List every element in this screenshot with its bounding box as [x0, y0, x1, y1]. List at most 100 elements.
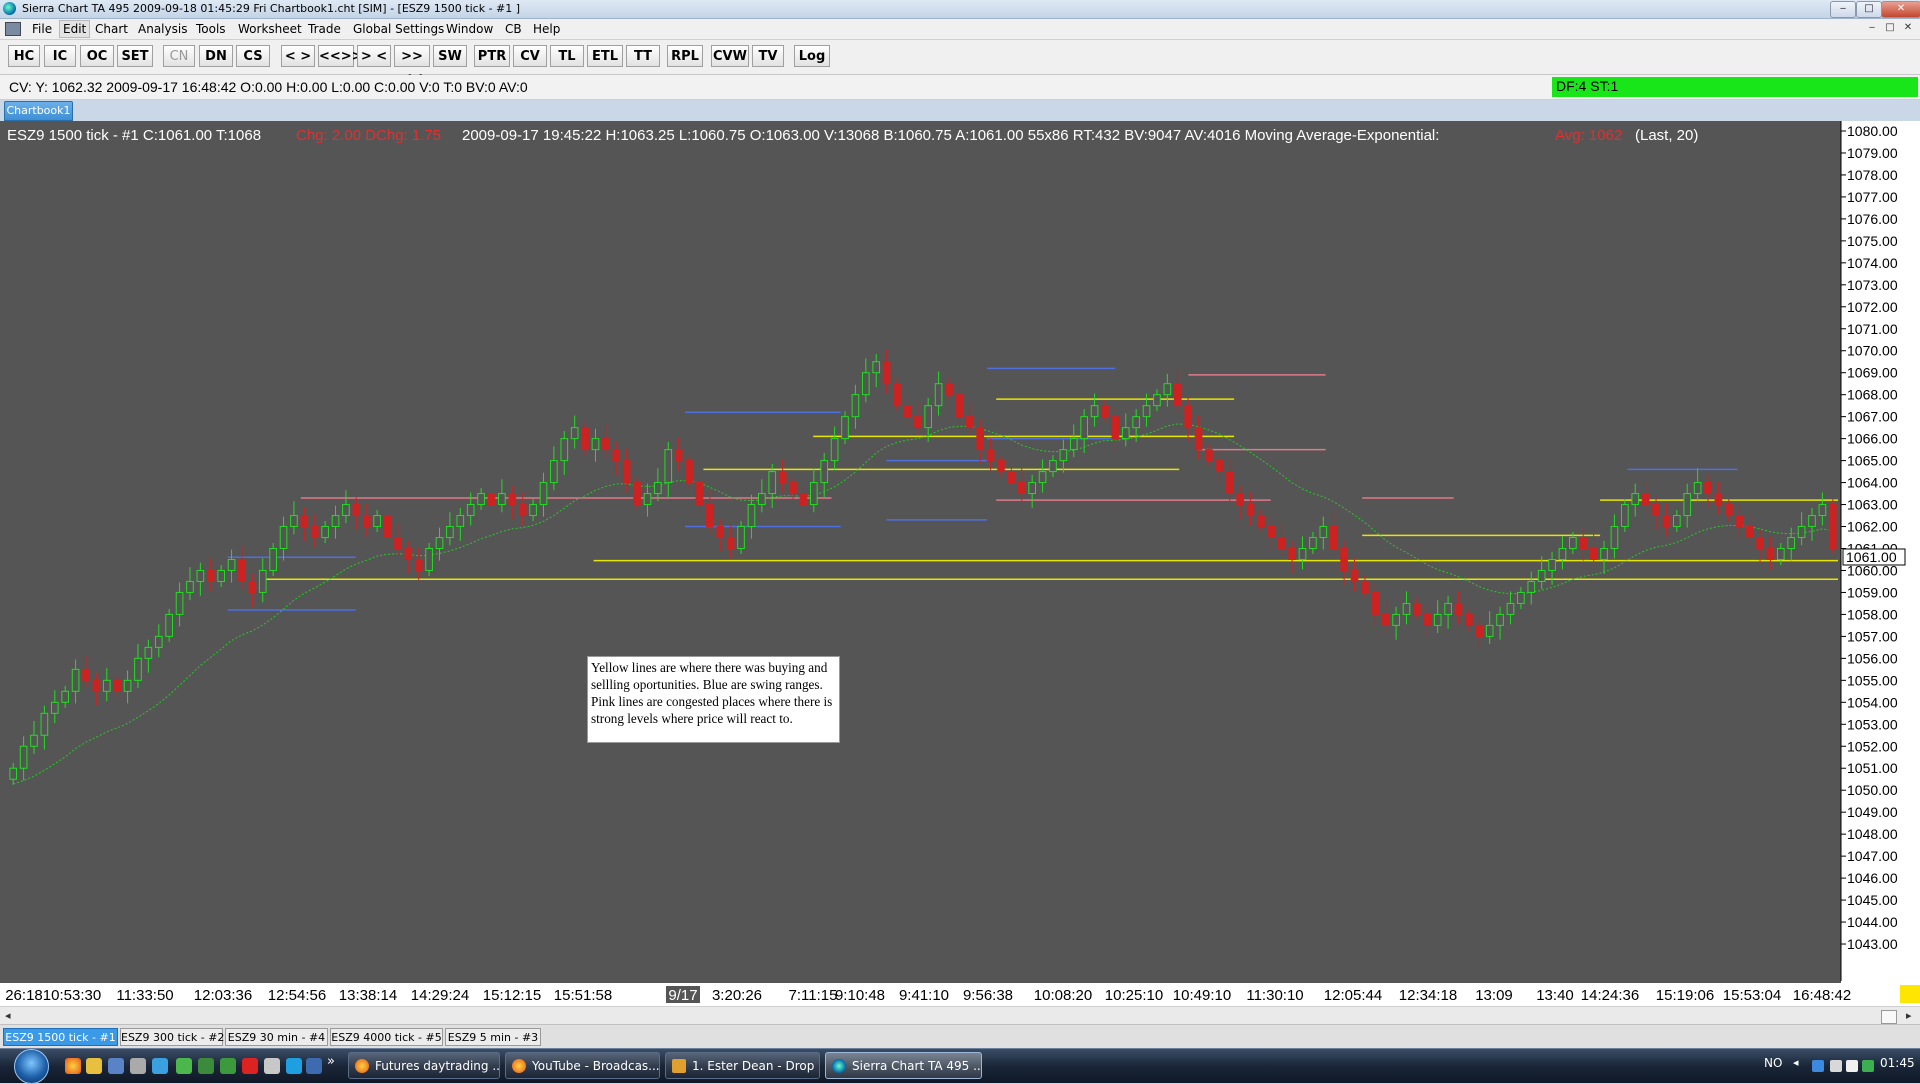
maximize-button[interactable]: □ — [1856, 1, 1882, 18]
taskbar-task-youtube[interactable]: YouTube - Broadcas... — [505, 1052, 660, 1079]
ptr-button[interactable]: PTR — [474, 45, 510, 67]
menu-file[interactable]: File — [29, 22, 55, 36]
price-tick-label: 1048.00 — [1847, 826, 1898, 842]
down-candle — [383, 515, 392, 539]
log-button[interactable]: Log — [794, 45, 830, 67]
oc-button[interactable]: OC — [80, 45, 114, 67]
tray-icon[interactable] — [1862, 1060, 1874, 1072]
chart-bar-info: 2009-09-17 19:45:22 H:1063.25 L:1060.75 … — [462, 127, 1439, 144]
skype-quicklaunch-icon[interactable] — [286, 1058, 302, 1074]
etl-button[interactable]: ETL — [587, 45, 623, 67]
cvw-button[interactable]: CVW — [711, 45, 749, 67]
app-quicklaunch-icon[interactable] — [152, 1058, 168, 1074]
chart-tab-3[interactable]: ESZ9 30 min - #4 — [225, 1028, 328, 1046]
menu-window[interactable]: Window — [443, 22, 496, 36]
tray-icon[interactable] — [1830, 1060, 1842, 1072]
app-quicklaunch-icon[interactable] — [242, 1058, 258, 1074]
hc-button[interactable]: HC — [8, 45, 40, 67]
minimize-button[interactable]: ‒ — [1830, 1, 1856, 18]
up-candle — [196, 569, 205, 582]
price-tick-label: 1068.00 — [1847, 387, 1898, 403]
app-quicklaunch-icon[interactable] — [220, 1058, 236, 1074]
app-quicklaunch-icon[interactable] — [176, 1058, 192, 1074]
down-candle — [581, 427, 589, 451]
cn-button[interactable]: CN — [163, 45, 195, 67]
down-candle — [1257, 515, 1265, 528]
menu-worksheet[interactable]: Worksheet — [235, 22, 305, 36]
compress-more-button[interactable]: >><< — [394, 45, 430, 86]
start-button[interactable] — [14, 1049, 49, 1084]
mdi-minimize-icon[interactable]: ‒ — [1864, 21, 1880, 35]
dn-button[interactable]: DN — [199, 45, 233, 67]
scroll-left-arrow-icon[interactable]: ◂ — [5, 1009, 11, 1022]
sierra-chart-app-icon[interactable] — [3, 2, 16, 15]
menu-cb[interactable]: CB — [502, 22, 525, 36]
app-quicklaunch-icon[interactable] — [306, 1058, 322, 1074]
scroll-right-arrow-icon[interactable]: ▸ — [1906, 1009, 1912, 1022]
taskbar-task-futures[interactable]: Futures daytrading ... — [348, 1052, 500, 1079]
ic-button[interactable]: IC — [44, 45, 76, 67]
down-candle — [518, 504, 527, 517]
compress-button[interactable]: > < — [357, 45, 391, 67]
tt-button[interactable]: TT — [626, 45, 660, 67]
expand-button[interactable]: <<>> — [318, 45, 363, 67]
chart-tab-1[interactable]: ESZ9 1500 tick - #1 — [3, 1028, 118, 1046]
app-quicklaunch-icon[interactable] — [264, 1058, 280, 1074]
menu-tools[interactable]: Tools — [193, 22, 229, 36]
up-candle — [342, 504, 350, 517]
down-candle — [508, 493, 517, 506]
tray-expand-icon[interactable]: ◂ — [1793, 1056, 1799, 1069]
menu-analysis[interactable]: Analysis — [135, 22, 190, 36]
price-chart[interactable]: 1080.00 1079.00 1078.00 1077.00 1076.00 1075.… — [0, 121, 1920, 1006]
quicklaunch-more-icon[interactable]: » — [327, 1054, 335, 1069]
taskbar-task-media[interactable]: 1. Ester Dean - Drop ... — [665, 1052, 820, 1079]
app-quicklaunch-icon[interactable] — [86, 1058, 102, 1074]
mdi-close-icon[interactable]: ✕ — [1900, 21, 1916, 35]
chrome-quicklaunch-icon[interactable] — [65, 1058, 81, 1074]
app-quicklaunch-icon[interactable] — [108, 1058, 124, 1074]
menu-trade[interactable]: Trade — [305, 22, 344, 36]
chartbook-tab[interactable]: Chartbook1 — [4, 101, 73, 121]
cv-button[interactable]: CV — [513, 45, 547, 67]
down-candle — [997, 460, 1005, 473]
language-indicator[interactable]: NO — [1764, 1056, 1782, 1070]
tv-button[interactable]: TV — [752, 45, 784, 67]
menu-global-settings[interactable]: Global Settings — [350, 22, 447, 36]
clock[interactable]: 01:45 — [1880, 1056, 1915, 1070]
taskbar-task-sierra-chart[interactable]: Sierra Chart TA 495 ... — [825, 1052, 982, 1079]
volume-tray-icon[interactable] — [1846, 1060, 1858, 1072]
chart-tab-5[interactable]: ESZ9 5 min - #3 — [445, 1028, 541, 1046]
close-button[interactable]: ✕ — [1881, 1, 1920, 18]
network-tray-icon[interactable] — [1812, 1060, 1824, 1072]
down-candle — [622, 460, 631, 484]
up-candle — [1527, 580, 1536, 593]
annotation-note[interactable]: Yellow lines are where there was buying … — [587, 656, 840, 743]
up-candle — [1059, 449, 1068, 462]
app-quicklaunch-icon[interactable] — [130, 1058, 146, 1074]
menu-help[interactable]: Help — [530, 22, 563, 36]
down-candle — [716, 526, 725, 539]
down-candle — [1277, 537, 1286, 549]
mdi-restore-icon[interactable]: □ — [1882, 21, 1898, 35]
up-candle — [144, 646, 153, 659]
menu-edit[interactable]: Edit — [59, 20, 91, 38]
mdi-child-icon[interactable] — [5, 22, 21, 36]
cs-button[interactable]: CS — [236, 45, 270, 67]
down-candle — [965, 416, 974, 429]
time-tick-label: 12:03:36 — [194, 987, 252, 1004]
up-candle — [1776, 548, 1785, 560]
chart-scrollbar[interactable]: ◂ ▸ — [0, 1006, 1920, 1025]
app-quicklaunch-icon[interactable] — [198, 1058, 214, 1074]
rpl-button[interactable]: RPL — [667, 45, 703, 67]
sw-button[interactable]: SW — [433, 45, 467, 67]
tl-button[interactable]: TL — [550, 45, 584, 67]
chart-tab-2[interactable]: ESZ9 300 tick - #2 — [120, 1028, 224, 1046]
price-tick-label: 1073.00 — [1847, 277, 1898, 293]
scroll-both-button[interactable]: < > — [281, 45, 315, 67]
chart-tab-4[interactable]: ESZ9 4000 tick - #5 — [330, 1028, 443, 1046]
menu-chart[interactable]: Chart — [92, 22, 131, 36]
down-candle — [1589, 548, 1598, 560]
set-button[interactable]: SET — [117, 45, 153, 67]
scroll-thumb[interactable] — [1881, 1010, 1897, 1024]
time-tick-label: 9:56:38 — [963, 987, 1013, 1004]
